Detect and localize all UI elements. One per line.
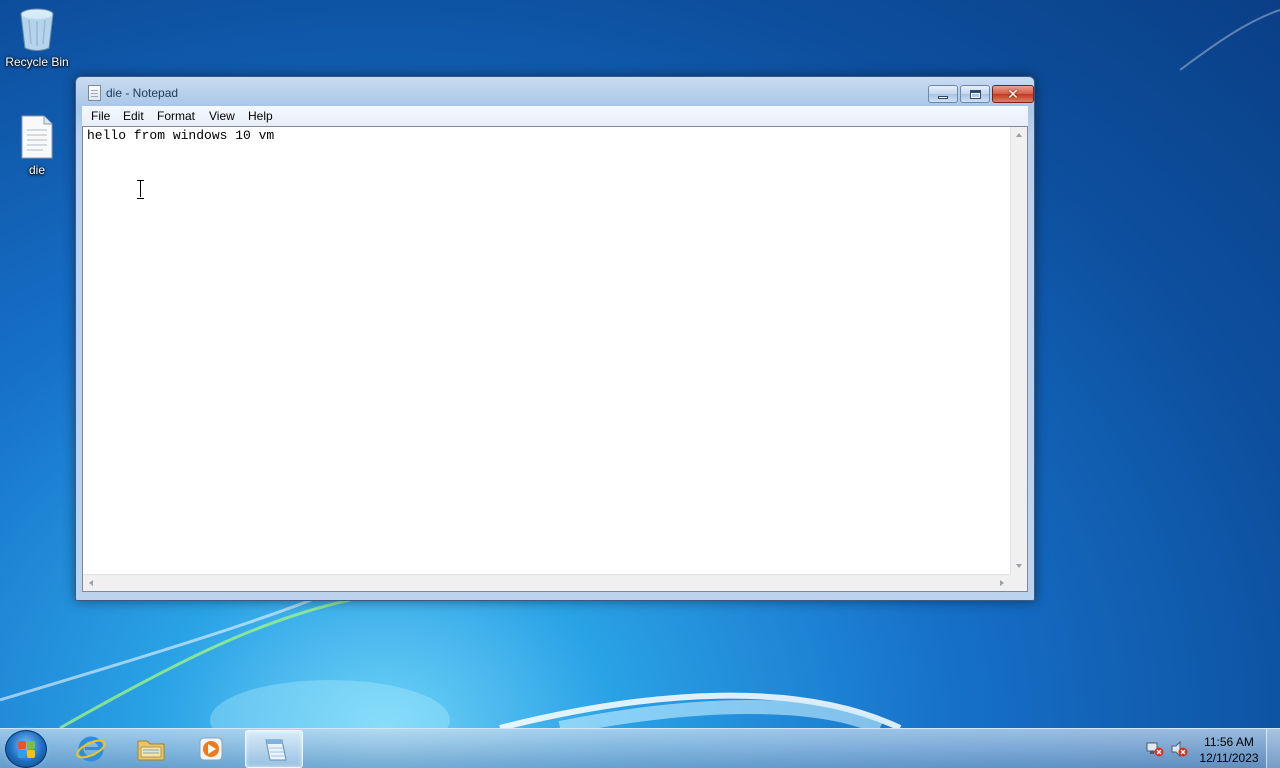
- horizontal-scrollbar[interactable]: [83, 574, 1010, 591]
- editor-content[interactable]: hello from windows 10 vm: [87, 128, 274, 143]
- scroll-left-icon[interactable]: [89, 580, 93, 586]
- menu-bar: File Edit Format View Help: [82, 106, 1028, 126]
- recycle-bin-icon: [17, 6, 57, 52]
- title-bar[interactable]: die - Notepad ✕: [76, 77, 1034, 106]
- internet-explorer-icon: [76, 736, 106, 762]
- windows-logo-icon: [18, 741, 36, 759]
- window-title: die - Notepad: [106, 86, 179, 100]
- taskbar-windows-explorer[interactable]: [122, 730, 180, 768]
- taskbar-media-player[interactable]: [182, 730, 240, 768]
- media-player-icon: [199, 737, 223, 761]
- clock-time: 11:56 AM: [1204, 735, 1254, 749]
- notepad-window[interactable]: die - Notepad ✕ File Edit Format View He…: [75, 76, 1035, 601]
- menu-view[interactable]: View: [209, 109, 235, 123]
- volume-muted-icon[interactable]: [1170, 741, 1188, 757]
- menu-format[interactable]: Format: [157, 109, 195, 123]
- clock-date: 12/11/2023: [1199, 751, 1259, 765]
- menu-edit[interactable]: Edit: [123, 109, 144, 123]
- notepad-icon: [88, 85, 101, 101]
- scroll-down-icon[interactable]: [1016, 564, 1022, 568]
- scroll-up-icon[interactable]: [1016, 133, 1022, 137]
- scroll-right-icon[interactable]: [1000, 580, 1004, 586]
- text-file-icon: [17, 114, 57, 160]
- text-editor[interactable]: hello from windows 10 vm: [82, 126, 1028, 592]
- folder-icon: [137, 740, 165, 761]
- system-clock[interactable]: 11:56 AM 12/11/2023: [1196, 734, 1262, 766]
- network-error-icon[interactable]: [1146, 741, 1164, 757]
- vertical-scrollbar[interactable]: [1010, 127, 1027, 574]
- start-button[interactable]: [5, 730, 47, 768]
- taskbar-internet-explorer[interactable]: [62, 730, 120, 768]
- desktop-icon-die[interactable]: die: [0, 114, 74, 177]
- desktop-icon-label: Recycle Bin: [5, 55, 69, 69]
- minimize-button[interactable]: [928, 85, 958, 103]
- maximize-button[interactable]: [960, 85, 990, 103]
- maximize-icon: [969, 89, 981, 99]
- desktop-icon-recycle-bin[interactable]: Recycle Bin: [0, 6, 74, 69]
- close-icon: ✕: [1007, 86, 1019, 102]
- resize-grip[interactable]: [1010, 574, 1027, 591]
- notepad-icon: [265, 739, 287, 761]
- menu-file[interactable]: File: [91, 109, 110, 123]
- menu-help[interactable]: Help: [248, 109, 273, 123]
- close-button[interactable]: ✕: [992, 85, 1034, 103]
- taskbar-notepad[interactable]: [245, 730, 303, 768]
- text-cursor-icon: [136, 180, 145, 199]
- minimize-icon: [938, 95, 948, 99]
- show-desktop-button[interactable]: [1266, 729, 1280, 768]
- desktop-icon-label: die: [28, 163, 45, 177]
- taskbar: 11:56 AM 12/11/2023: [0, 728, 1280, 768]
